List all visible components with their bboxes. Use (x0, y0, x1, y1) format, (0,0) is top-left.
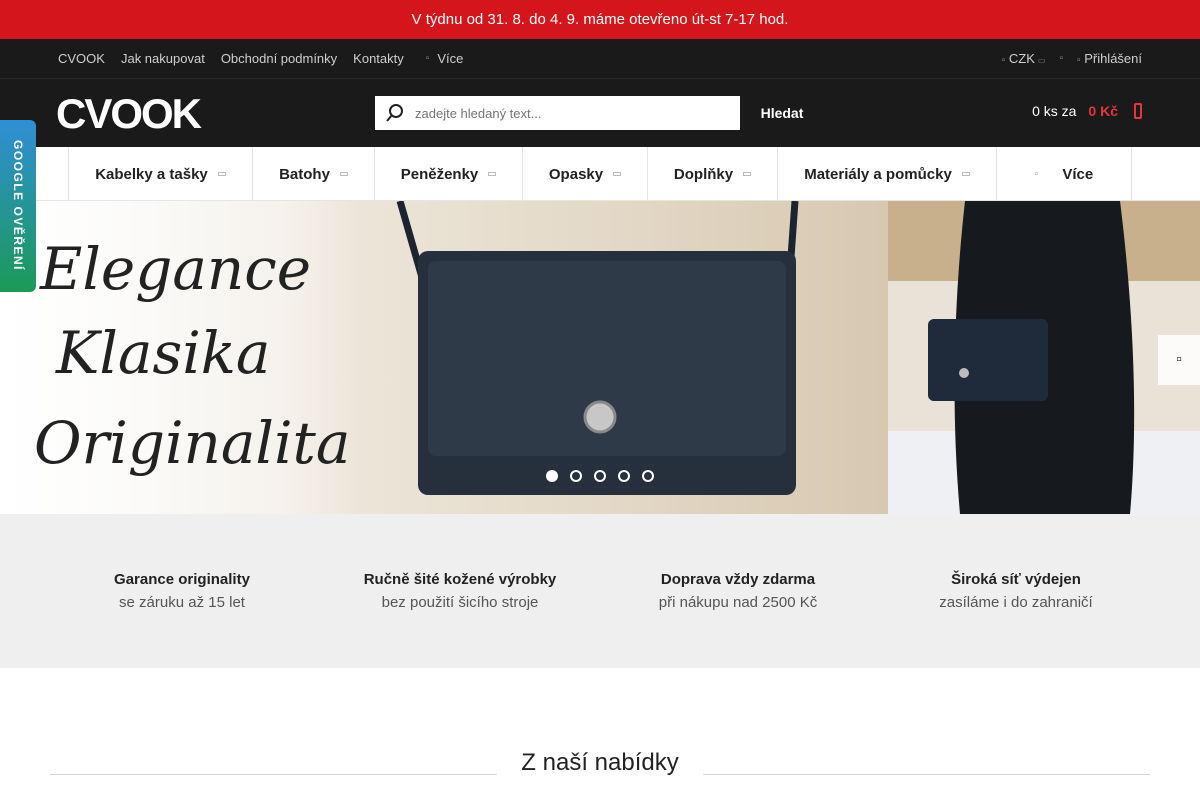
benefit-item: Ručně šité kožené výrobky bez použití ši… (321, 514, 599, 668)
announcement-text: V týdnu od 31. 8. do 4. 9. máme otevřeno… (411, 11, 789, 28)
top-link-cvook[interactable]: CVOOK (58, 51, 105, 66)
search-button[interactable]: Hledat (740, 96, 824, 130)
top-link-jak-nakupovat[interactable]: Jak nakupovat (121, 51, 205, 66)
currency-label: CZK (1008, 51, 1035, 66)
benefit-item: Široká síť výdejen zasíláme i do zahrani… (877, 514, 1155, 668)
hero-word-klasika: Klasika (55, 319, 271, 387)
benefits-strip: Garance originality se záruku až 15 let … (0, 514, 1200, 668)
slider-dot-2[interactable] (570, 470, 582, 482)
nav-label: Batohy (279, 165, 330, 183)
slider-dot-1[interactable] (546, 470, 558, 482)
nav-item-vice[interactable]: ▫ Více (997, 147, 1132, 201)
search-icon[interactable] (375, 96, 415, 130)
more-icon: ▫ (1034, 168, 1039, 180)
benefit-title: Garance originality (114, 571, 250, 588)
chevron-down-icon (961, 172, 970, 176)
nav-item-opasky[interactable]: Opasky (523, 147, 648, 201)
currency-selector[interactable]: ▫ CZK ▭ (1002, 51, 1046, 66)
chevron-down-icon (743, 172, 752, 176)
logo[interactable]: CVOOK (56, 94, 218, 132)
section-title: Z naší nabídky (521, 749, 679, 776)
top-link-kontakty[interactable]: Kontakty (353, 51, 404, 66)
benefit-subtitle: zasíláme i do zahraničí (939, 594, 1093, 611)
benefit-item: Doprava vždy zdarma při nákupu nad 2500 … (599, 514, 877, 668)
slider-next-button[interactable]: ▫ (1158, 335, 1200, 385)
chevron-down-icon (613, 172, 622, 176)
nav-label: Doplňky (673, 165, 734, 183)
hero-word-originalita: Originalita (34, 409, 350, 477)
top-more-label: Více (437, 51, 464, 66)
chevron-down-icon (217, 172, 226, 176)
main-nav: Kabelky a tašky Batohy Peněženky Opasky … (0, 147, 1200, 201)
nav-label: Více (1062, 165, 1094, 183)
divider (50, 773, 498, 775)
slider-dot-3[interactable] (594, 470, 606, 482)
hero-image: Elegance Klasika Originalita (0, 201, 1200, 514)
nav-item-doplnky[interactable]: Doplňky (648, 147, 778, 201)
cart-count: 0 ks za (1032, 103, 1077, 119)
chevron-down-icon (488, 172, 497, 176)
slider-dots (546, 470, 654, 482)
benefit-title: Široká síť výdejen (951, 571, 1081, 588)
cart-icon (1134, 103, 1142, 119)
search-input[interactable] (415, 96, 740, 130)
benefit-subtitle: se záruku až 15 let (119, 594, 245, 611)
section-heading: Z naší nabídky (50, 748, 1151, 778)
slider-dot-4[interactable] (618, 470, 630, 482)
nav-item-batohy[interactable]: Batohy (253, 147, 375, 201)
top-link-obchodni-podminky[interactable]: Obchodní podmínky (221, 51, 337, 66)
nav-item-materialy[interactable]: Materiály a pomůcky (778, 147, 997, 201)
menu-icon: ▫ (425, 53, 430, 64)
chevron-right-icon: ▫ (1176, 351, 1182, 368)
announcement-bar: V týdnu od 31. 8. do 4. 9. máme otevřeno… (0, 0, 1200, 39)
hero-word-elegance: Elegance (39, 235, 311, 303)
benefit-title: Doprava vždy zdarma (660, 571, 816, 588)
currency-icon: ▫ (1001, 55, 1006, 66)
benefit-subtitle: při nákupu nad 2500 Kč (658, 594, 818, 611)
google-tab-label: GOOGLE OVĚŘENÍ (11, 140, 25, 272)
cart-summary[interactable]: 0 ks za 0 Kč (1032, 103, 1142, 119)
chevron-down-icon (339, 172, 348, 176)
chevron-down-icon: ▭ (1037, 56, 1046, 65)
top-links: CVOOK Jak nakupovat Obchodní podmínky Ko… (58, 39, 463, 78)
logo-text: CVOOK (56, 94, 202, 132)
nav-label: Opasky (548, 165, 604, 183)
nav-label: Kabelky a tašky (95, 165, 208, 183)
top-more-menu[interactable]: ▫ Více (426, 51, 464, 66)
hero-slider: Elegance Klasika Originalita ▫ (0, 201, 1200, 514)
login-link[interactable]: ▫ Přihlášení (1077, 51, 1142, 66)
top-bar: CVOOK Jak nakupovat Obchodní podmínky Ko… (0, 39, 1200, 79)
nav-item-penezenky[interactable]: Peněženky (375, 147, 523, 201)
user-icon: ▫ (1059, 53, 1064, 64)
nav-label: Peněženky (400, 165, 479, 183)
slider-dot-5[interactable] (642, 470, 654, 482)
login-label: Přihlášení (1084, 51, 1142, 66)
nav-item-kabelky[interactable]: Kabelky a tašky (69, 147, 253, 201)
header: CVOOK Hledat 0 ks za 0 Kč (0, 79, 1200, 147)
search-box: Hledat (373, 94, 826, 132)
top-right: ▫ CZK ▭ ▫ ▫ Přihlášení (1002, 39, 1142, 78)
google-verification-tab[interactable]: GOOGLE OVĚŘENÍ (0, 120, 36, 292)
divider (702, 773, 1151, 775)
cart-total: 0 Kč (1088, 103, 1118, 119)
nav-label: Materiály a pomůcky (804, 165, 952, 183)
benefit-item: Garance originality se záruku až 15 let (43, 514, 321, 668)
login-icon: ▫ (1077, 55, 1081, 66)
benefit-title: Ručně šité kožené výrobky (363, 571, 557, 588)
benefit-subtitle: bez použití šicího stroje (381, 594, 539, 611)
